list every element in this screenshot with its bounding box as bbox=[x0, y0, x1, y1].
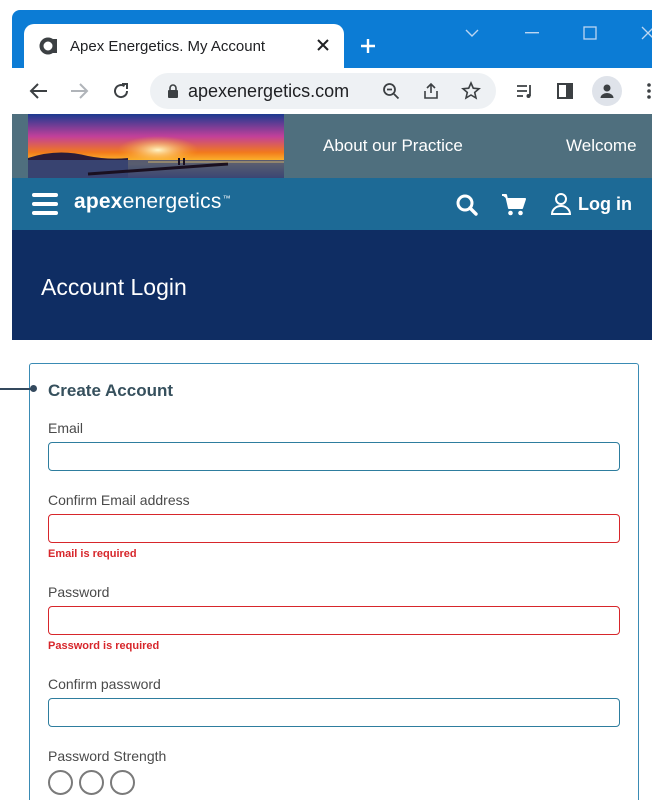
search-icon[interactable] bbox=[453, 191, 481, 219]
create-account-heading: Create Account bbox=[48, 381, 174, 400]
tab-strip: Apex Energetics. My Account bbox=[12, 10, 652, 68]
password-field[interactable] bbox=[48, 606, 620, 635]
topnav-about[interactable]: About our Practice bbox=[323, 136, 463, 156]
lock-icon[interactable] bbox=[162, 80, 184, 102]
address-bar[interactable]: apexenergetics.com bbox=[150, 73, 496, 109]
minimize-window-icon[interactable] bbox=[512, 18, 552, 48]
annotation-pointer-line bbox=[0, 388, 33, 390]
annotation-pointer-dot bbox=[30, 385, 37, 392]
password-error: Password is required bbox=[48, 640, 160, 652]
tab-close-icon[interactable] bbox=[314, 36, 332, 54]
create-account-card: Create Account Email Confirm Email addre… bbox=[29, 363, 639, 800]
site-top-bar: About our Practice Welcome bbox=[12, 114, 652, 178]
log-in-link[interactable]: Log in bbox=[550, 190, 632, 218]
confirm-password-label: Confirm password bbox=[48, 676, 161, 692]
reading-list-icon[interactable] bbox=[510, 76, 540, 106]
profile-avatar-icon[interactable] bbox=[592, 76, 622, 106]
apex-energetics-logo[interactable]: apexenergetics™ bbox=[74, 190, 231, 214]
user-icon bbox=[550, 193, 572, 215]
strength-indicator-1 bbox=[48, 770, 73, 795]
browser-tab[interactable]: Apex Energetics. My Account bbox=[24, 24, 344, 68]
page-content: About our Practice Welcome apexenergetic… bbox=[12, 114, 652, 800]
password-label: Password bbox=[48, 584, 110, 600]
forward-arrow-icon[interactable] bbox=[64, 76, 94, 106]
confirm-email-error: Email is required bbox=[48, 548, 137, 560]
sunset-banner-image bbox=[28, 114, 284, 178]
strength-indicator-3 bbox=[110, 770, 135, 795]
hero-banner: Account Login bbox=[12, 230, 652, 340]
password-strength-meter bbox=[48, 770, 135, 795]
close-window-icon[interactable] bbox=[628, 18, 652, 48]
confirm-email-field[interactable] bbox=[48, 514, 620, 543]
strength-indicator-2 bbox=[79, 770, 104, 795]
site-nav-bar: apexenergetics™ Log in bbox=[12, 178, 652, 230]
share-icon[interactable] bbox=[420, 80, 442, 102]
more-menu-icon[interactable] bbox=[634, 76, 652, 106]
new-tab-button[interactable] bbox=[352, 30, 384, 62]
tab-title: Apex Energetics. My Account bbox=[70, 37, 266, 55]
apex-favicon-icon bbox=[38, 35, 60, 57]
topnav-welcome[interactable]: Welcome bbox=[566, 136, 637, 156]
confirm-email-label: Confirm Email address bbox=[48, 492, 190, 508]
zoom-out-icon[interactable] bbox=[380, 80, 402, 102]
side-panel-icon[interactable] bbox=[550, 76, 580, 106]
page-title: Account Login bbox=[41, 274, 187, 300]
url-text: apexenergetics.com bbox=[188, 81, 350, 101]
log-in-label: Log in bbox=[578, 193, 632, 214]
hamburger-menu-icon[interactable] bbox=[32, 193, 58, 215]
email-field[interactable] bbox=[48, 442, 620, 471]
back-arrow-icon[interactable] bbox=[24, 76, 54, 106]
reload-icon[interactable] bbox=[106, 76, 136, 106]
browser-toolbar: apexenergetics.com bbox=[12, 68, 652, 114]
bookmark-star-icon[interactable] bbox=[460, 80, 482, 102]
shopping-cart-icon[interactable] bbox=[500, 191, 528, 219]
tab-search-chevron-down-icon[interactable] bbox=[452, 18, 492, 48]
password-strength-label: Password Strength bbox=[48, 748, 167, 764]
email-label: Email bbox=[48, 420, 84, 436]
maximize-window-icon[interactable] bbox=[570, 18, 610, 48]
confirm-password-field[interactable] bbox=[48, 698, 620, 727]
